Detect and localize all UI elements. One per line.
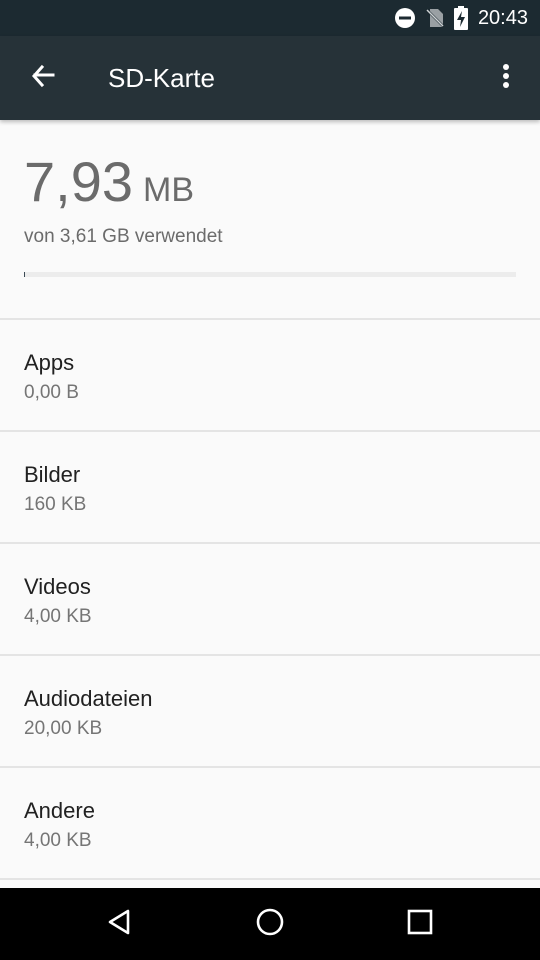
- no-sim-icon: [424, 7, 446, 29]
- category-other[interactable]: Andere 4,00 KB: [0, 768, 540, 878]
- category-label: Apps: [24, 350, 75, 375]
- category-apps[interactable]: Apps 0,00 B: [0, 320, 540, 430]
- circle-home-icon: [255, 907, 285, 941]
- page-title: SD-Karte: [108, 63, 215, 93]
- category-videos[interactable]: Videos 4,00 KB: [0, 544, 540, 654]
- storage-progress-fill: [24, 272, 26, 277]
- divider: [0, 878, 540, 880]
- more-vert-icon: [502, 63, 510, 93]
- category-size: 4,00 KB: [24, 830, 92, 851]
- used-caption: von 3,61 GB verwendet: [24, 226, 223, 247]
- storage-category-list: Apps 0,00 B Bilder 160 KB Videos 4,00 KB…: [0, 318, 540, 880]
- arrow-back-icon: [29, 63, 55, 93]
- app-bar: SD-Karte: [0, 36, 540, 120]
- category-pictures[interactable]: Bilder 160 KB: [0, 432, 540, 542]
- battery-charging-icon: [453, 6, 468, 30]
- category-label: Audiodateien: [24, 686, 153, 711]
- clock: 20:43: [477, 6, 528, 29]
- back-button[interactable]: [20, 56, 64, 100]
- category-size: 160 KB: [24, 494, 87, 515]
- used-value: 7,93: [24, 150, 133, 213]
- category-size: 20,00 KB: [24, 718, 103, 739]
- category-size: 4,00 KB: [24, 606, 92, 627]
- category-label: Bilder: [24, 462, 81, 487]
- nav-back-button[interactable]: [96, 900, 144, 948]
- triangle-back-icon: [106, 908, 134, 940]
- overflow-menu-button[interactable]: [486, 56, 526, 100]
- category-size: 0,00 B: [24, 382, 79, 403]
- category-label: Videos: [24, 574, 91, 599]
- square-recents-icon: [407, 909, 433, 939]
- storage-progress-bar: [24, 272, 516, 277]
- category-audio[interactable]: Audiodateien 20,00 KB: [0, 656, 540, 766]
- storage-summary: 7,93 MB von 3,61 GB verwendet: [24, 150, 516, 248]
- category-label: Andere: [24, 798, 95, 823]
- status-bar: 20:43: [0, 0, 540, 36]
- do-not-disturb-icon: [394, 7, 416, 29]
- navigation-bar: [0, 888, 540, 960]
- nav-home-button[interactable]: [246, 900, 294, 948]
- used-unit: MB: [143, 171, 194, 209]
- status-icons: 20:43: [394, 0, 528, 36]
- nav-recents-button[interactable]: [396, 900, 444, 948]
- used-amount: 7,93 MB: [24, 150, 516, 214]
